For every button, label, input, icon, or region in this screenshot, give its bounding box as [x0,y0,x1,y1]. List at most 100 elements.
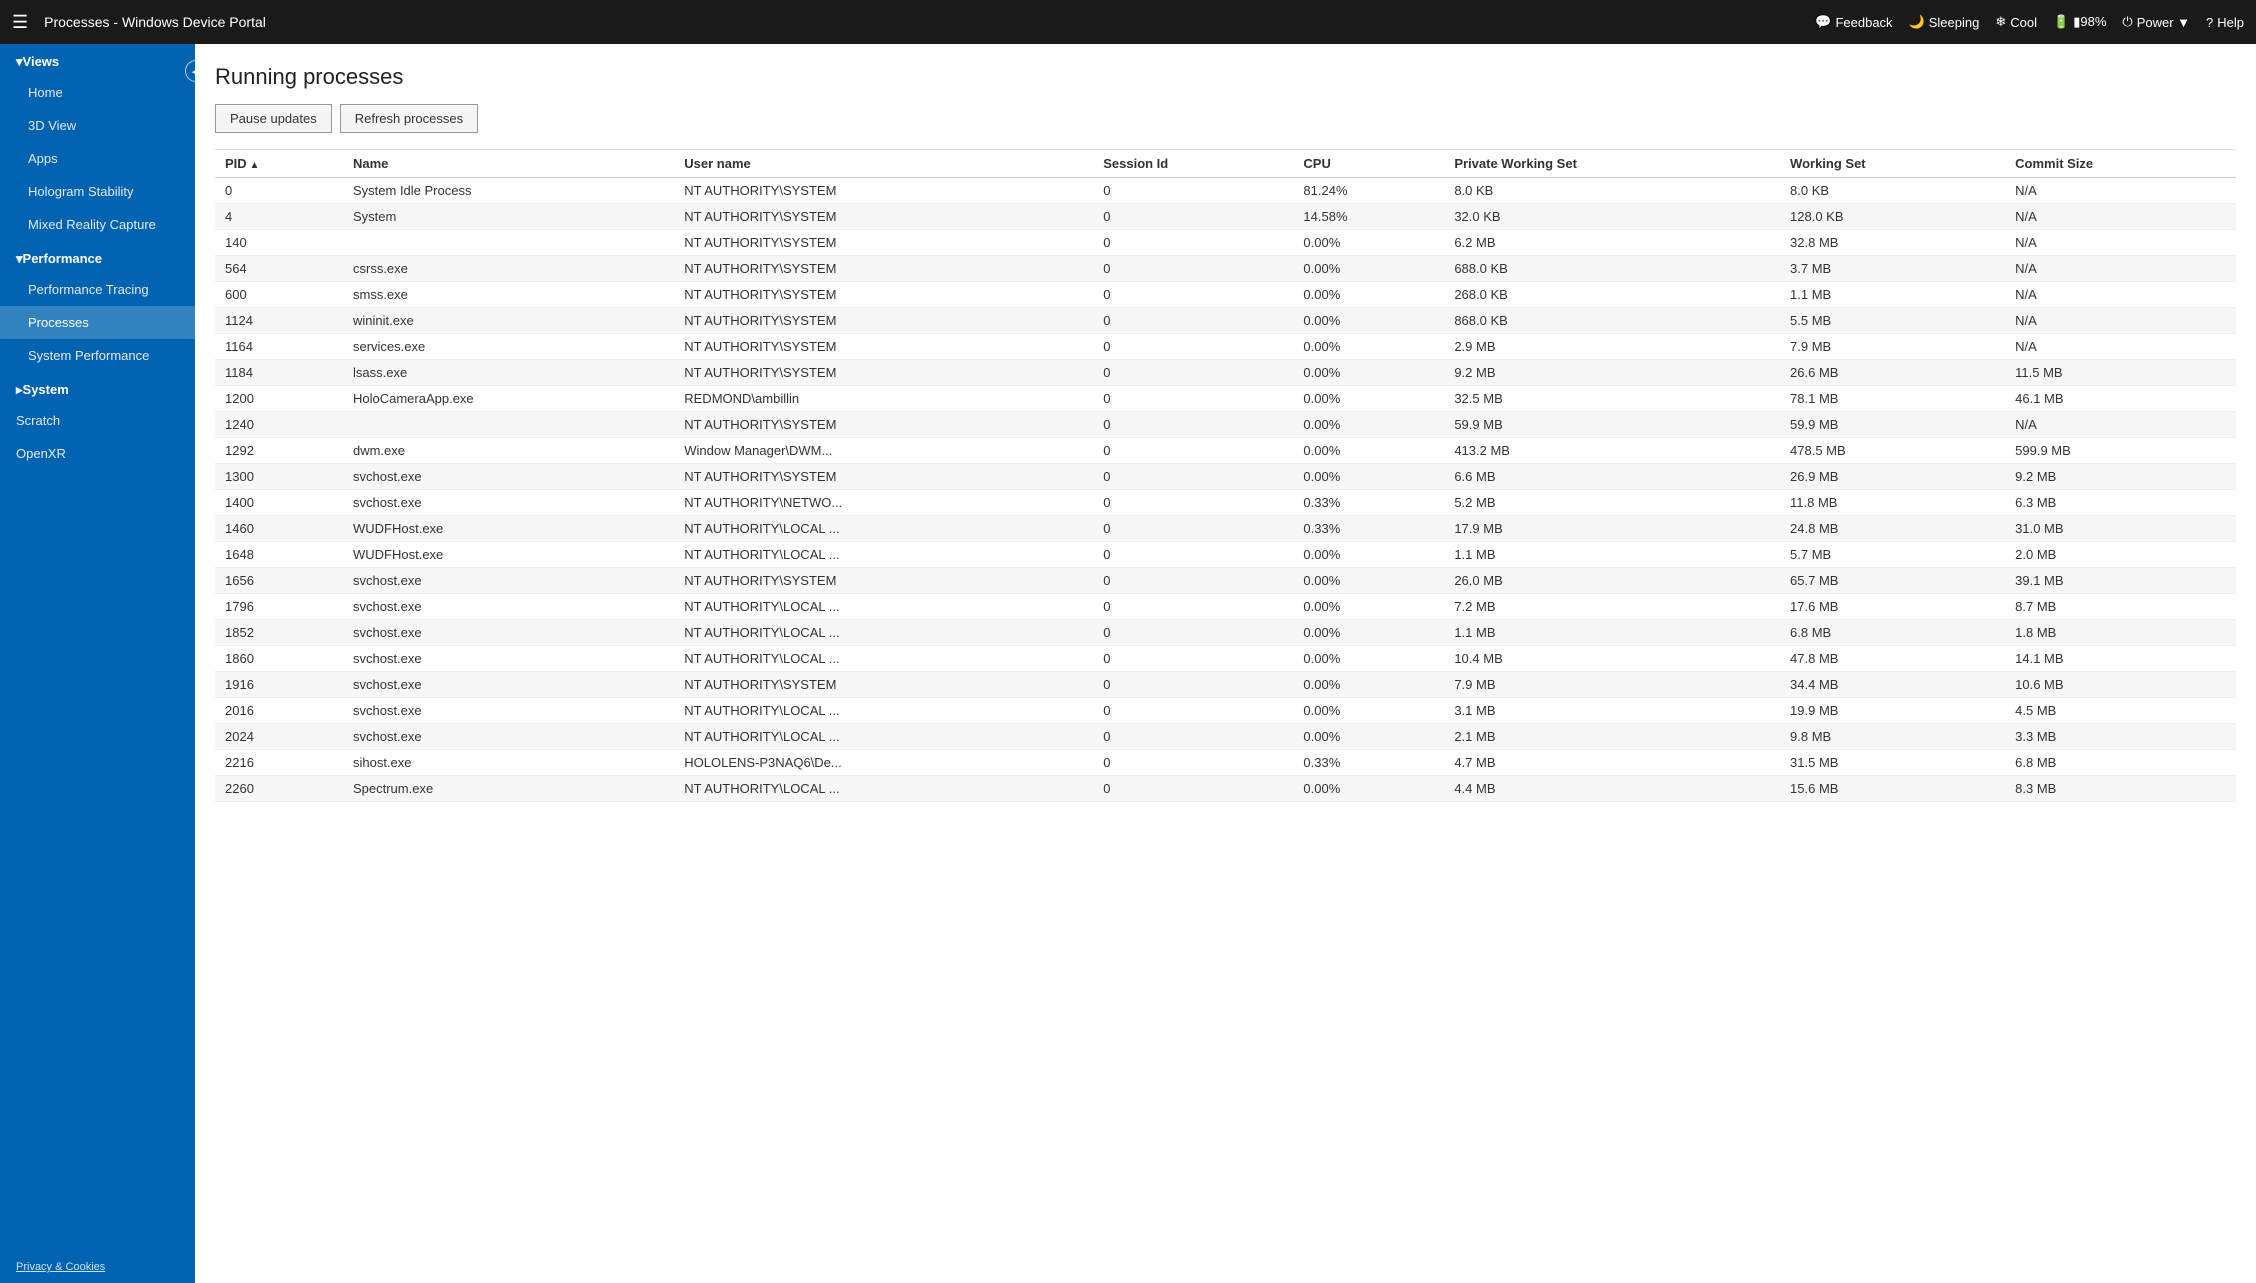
col-cpu[interactable]: CPU [1293,150,1444,178]
cell-pid: 1164 [215,334,343,360]
table-row[interactable]: 1164services.exeNT AUTHORITY\SYSTEM00.00… [215,334,2236,360]
sidebar-item-scratch[interactable]: Scratch [0,404,195,437]
cell-session: 0 [1093,360,1293,386]
cell-working: 26.6 MB [1780,360,2005,386]
refresh-processes-button[interactable]: Refresh processes [340,104,478,133]
cell-pid: 1860 [215,646,343,672]
table-row[interactable]: 140NT AUTHORITY\SYSTEM00.00%6.2 MB32.8 M… [215,230,2236,256]
col-commit[interactable]: Commit Size [2005,150,2236,178]
hamburger-icon[interactable]: ☰ [12,12,28,33]
cell-pid: 1292 [215,438,343,464]
cell-cpu: 0.00% [1293,594,1444,620]
sidebar-item-hologram-stability[interactable]: Hologram Stability [0,175,195,208]
help-button[interactable]: ? Help [2206,15,2244,30]
cell-session: 0 [1093,646,1293,672]
table-row[interactable]: 1648WUDFHost.exeNT AUTHORITY\LOCAL ...00… [215,542,2236,568]
cell-pid: 564 [215,256,343,282]
cell-working: 34.4 MB [1780,672,2005,698]
table-row[interactable]: 1656svchost.exeNT AUTHORITY\SYSTEM00.00%… [215,568,2236,594]
table-row[interactable]: 1916svchost.exeNT AUTHORITY\SYSTEM00.00%… [215,672,2236,698]
table-row[interactable]: 1292dwm.exeWindow Manager\DWM...00.00%41… [215,438,2236,464]
pause-updates-button[interactable]: Pause updates [215,104,332,133]
cell-username: NT AUTHORITY\LOCAL ... [674,646,1093,672]
table-row[interactable]: 0System Idle ProcessNT AUTHORITY\SYSTEM0… [215,178,2236,204]
cell-name: svchost.exe [343,568,674,594]
cell-private: 1.1 MB [1444,620,1780,646]
cell-session: 0 [1093,750,1293,776]
table-row[interactable]: 1796svchost.exeNT AUTHORITY\LOCAL ...00.… [215,594,2236,620]
table-row[interactable]: 1400svchost.exeNT AUTHORITY\NETWO...00.3… [215,490,2236,516]
sidebar-item-mixed-reality-capture[interactable]: Mixed Reality Capture [0,208,195,241]
sidebar-section-views[interactable]: ▾Views [0,44,195,76]
cell-working: 47.8 MB [1780,646,2005,672]
sidebar-item-home[interactable]: Home [0,76,195,109]
table-row[interactable]: 2016svchost.exeNT AUTHORITY\LOCAL ...00.… [215,698,2236,724]
col-name[interactable]: Name [343,150,674,178]
page-title: Processes - Windows Device Portal [44,14,1807,30]
col-username[interactable]: User name [674,150,1093,178]
col-private[interactable]: Private Working Set [1444,150,1780,178]
cell-session: 0 [1093,542,1293,568]
cell-session: 0 [1093,334,1293,360]
cell-name: wininit.exe [343,308,674,334]
cell-commit: N/A [2005,178,2236,204]
process-table-body: 0System Idle ProcessNT AUTHORITY\SYSTEM0… [215,178,2236,802]
col-working[interactable]: Working Set [1780,150,2005,178]
cell-commit: 6.8 MB [2005,750,2236,776]
sidebar-item-3dview[interactable]: 3D View [0,109,195,142]
table-row[interactable]: 1184lsass.exeNT AUTHORITY\SYSTEM00.00%9.… [215,360,2236,386]
table-row[interactable]: 4SystemNT AUTHORITY\SYSTEM014.58%32.0 KB… [215,204,2236,230]
table-row[interactable]: 1124wininit.exeNT AUTHORITY\SYSTEM00.00%… [215,308,2236,334]
table-row[interactable]: 564csrss.exeNT AUTHORITY\SYSTEM00.00%688… [215,256,2236,282]
cell-cpu: 0.00% [1293,776,1444,802]
sidebar-item-performance-tracing[interactable]: Performance Tracing [0,273,195,306]
cell-username: NT AUTHORITY\LOCAL ... [674,724,1093,750]
sidebar-item-openxr[interactable]: OpenXR [0,437,195,470]
cell-commit: 6.3 MB [2005,490,2236,516]
cell-name: Spectrum.exe [343,776,674,802]
cell-username: NT AUTHORITY\LOCAL ... [674,776,1093,802]
cell-session: 0 [1093,776,1293,802]
table-row[interactable]: 2260Spectrum.exeNT AUTHORITY\LOCAL ...00… [215,776,2236,802]
power-button[interactable]: ⏻ Power ▼ [2122,14,2190,30]
privacy-cookies-link[interactable]: Privacy & Cookies [0,1251,195,1283]
table-row[interactable]: 1460WUDFHost.exeNT AUTHORITY\LOCAL ...00… [215,516,2236,542]
cell-pid: 1796 [215,594,343,620]
col-session[interactable]: Session Id [1093,150,1293,178]
processes-table-container[interactable]: PID Name User name Session Id CPU Privat… [215,149,2236,1283]
cell-commit: 1.8 MB [2005,620,2236,646]
table-row[interactable]: 1200HoloCameraApp.exeREDMOND\ambillin00.… [215,386,2236,412]
sidebar-item-system-performance[interactable]: System Performance [0,339,195,372]
col-pid[interactable]: PID [215,150,343,178]
cell-private: 5.2 MB [1444,490,1780,516]
cell-working: 31.5 MB [1780,750,2005,776]
table-row[interactable]: 600smss.exeNT AUTHORITY\SYSTEM00.00%268.… [215,282,2236,308]
table-row[interactable]: 2216sihost.exeHOLOLENS-P3NAQ6\De...00.33… [215,750,2236,776]
table-row[interactable]: 2024svchost.exeNT AUTHORITY\LOCAL ...00.… [215,724,2236,750]
sidebar-item-processes[interactable]: Processes [0,306,195,339]
cell-private: 10.4 MB [1444,646,1780,672]
cell-username: NT AUTHORITY\LOCAL ... [674,698,1093,724]
table-row[interactable]: 1300svchost.exeNT AUTHORITY\SYSTEM00.00%… [215,464,2236,490]
cell-working: 128.0 KB [1780,204,2005,230]
cell-commit: N/A [2005,230,2236,256]
cell-working: 26.9 MB [1780,464,2005,490]
feedback-button[interactable]: 💬 Feedback [1815,14,1892,30]
sidebar-item-apps[interactable]: Apps [0,142,195,175]
cell-private: 3.1 MB [1444,698,1780,724]
cell-working: 32.8 MB [1780,230,2005,256]
sidebar-section-performance[interactable]: ▾Performance [0,241,195,273]
cell-private: 32.5 MB [1444,386,1780,412]
table-row[interactable]: 1240NT AUTHORITY\SYSTEM00.00%59.9 MB59.9… [215,412,2236,438]
sidebar-section-system[interactable]: ▸System [0,372,195,404]
cell-username: REDMOND\ambillin [674,386,1093,412]
cell-username: NT AUTHORITY\LOCAL ... [674,542,1093,568]
cell-cpu: 0.00% [1293,386,1444,412]
cell-commit: 599.9 MB [2005,438,2236,464]
cell-cpu: 0.00% [1293,724,1444,750]
table-row[interactable]: 1860svchost.exeNT AUTHORITY\LOCAL ...00.… [215,646,2236,672]
cell-cpu: 0.00% [1293,360,1444,386]
table-row[interactable]: 1852svchost.exeNT AUTHORITY\LOCAL ...00.… [215,620,2236,646]
cell-commit: N/A [2005,256,2236,282]
cell-username: NT AUTHORITY\SYSTEM [674,256,1093,282]
